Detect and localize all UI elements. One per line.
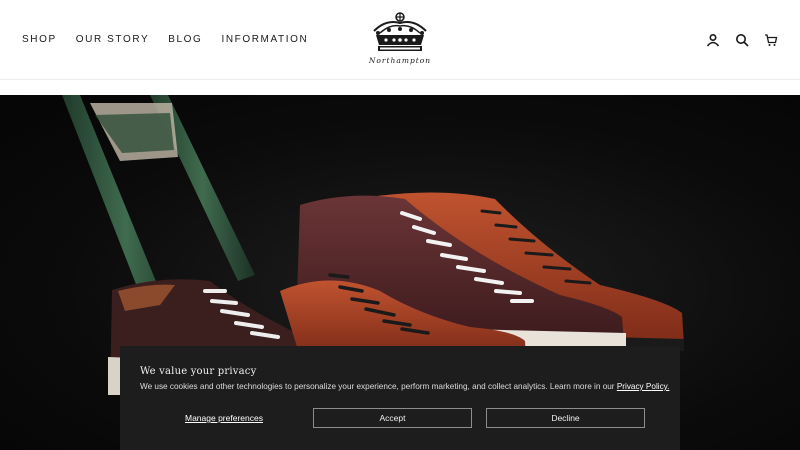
cookie-title: We value your privacy [140,366,257,377]
accept-button[interactable]: Accept [313,408,472,428]
cart-icon[interactable] [762,31,780,49]
site-header: SHOP OUR STORY BLOG INFORMATION Northamp… [0,0,800,80]
brand-logo[interactable]: Northampton [366,11,434,67]
cookie-banner: We value your privacy We use cookies and… [120,346,680,450]
header-icons [704,31,791,49]
crown-icon [373,12,427,51]
main-nav: SHOP OUR STORY BLOG INFORMATION [22,34,327,46]
account-icon[interactable] [704,31,722,49]
nav-blog[interactable]: BLOG [168,34,202,46]
search-icon[interactable] [733,31,751,49]
logo-wordmark: Northampton [368,56,432,65]
cookie-message: We use cookies and other technologies to… [140,382,669,391]
nav-our-story[interactable]: OUR STORY [76,34,150,46]
cookie-body-text: We use cookies and other technologies to… [140,382,617,391]
nav-information[interactable]: INFORMATION [221,34,308,46]
nav-shop[interactable]: SHOP [22,34,57,46]
privacy-policy-link[interactable]: Privacy Policy. [617,382,670,391]
manage-preferences-link[interactable]: Manage preferences [185,413,263,423]
decline-button[interactable]: Decline [486,408,645,428]
